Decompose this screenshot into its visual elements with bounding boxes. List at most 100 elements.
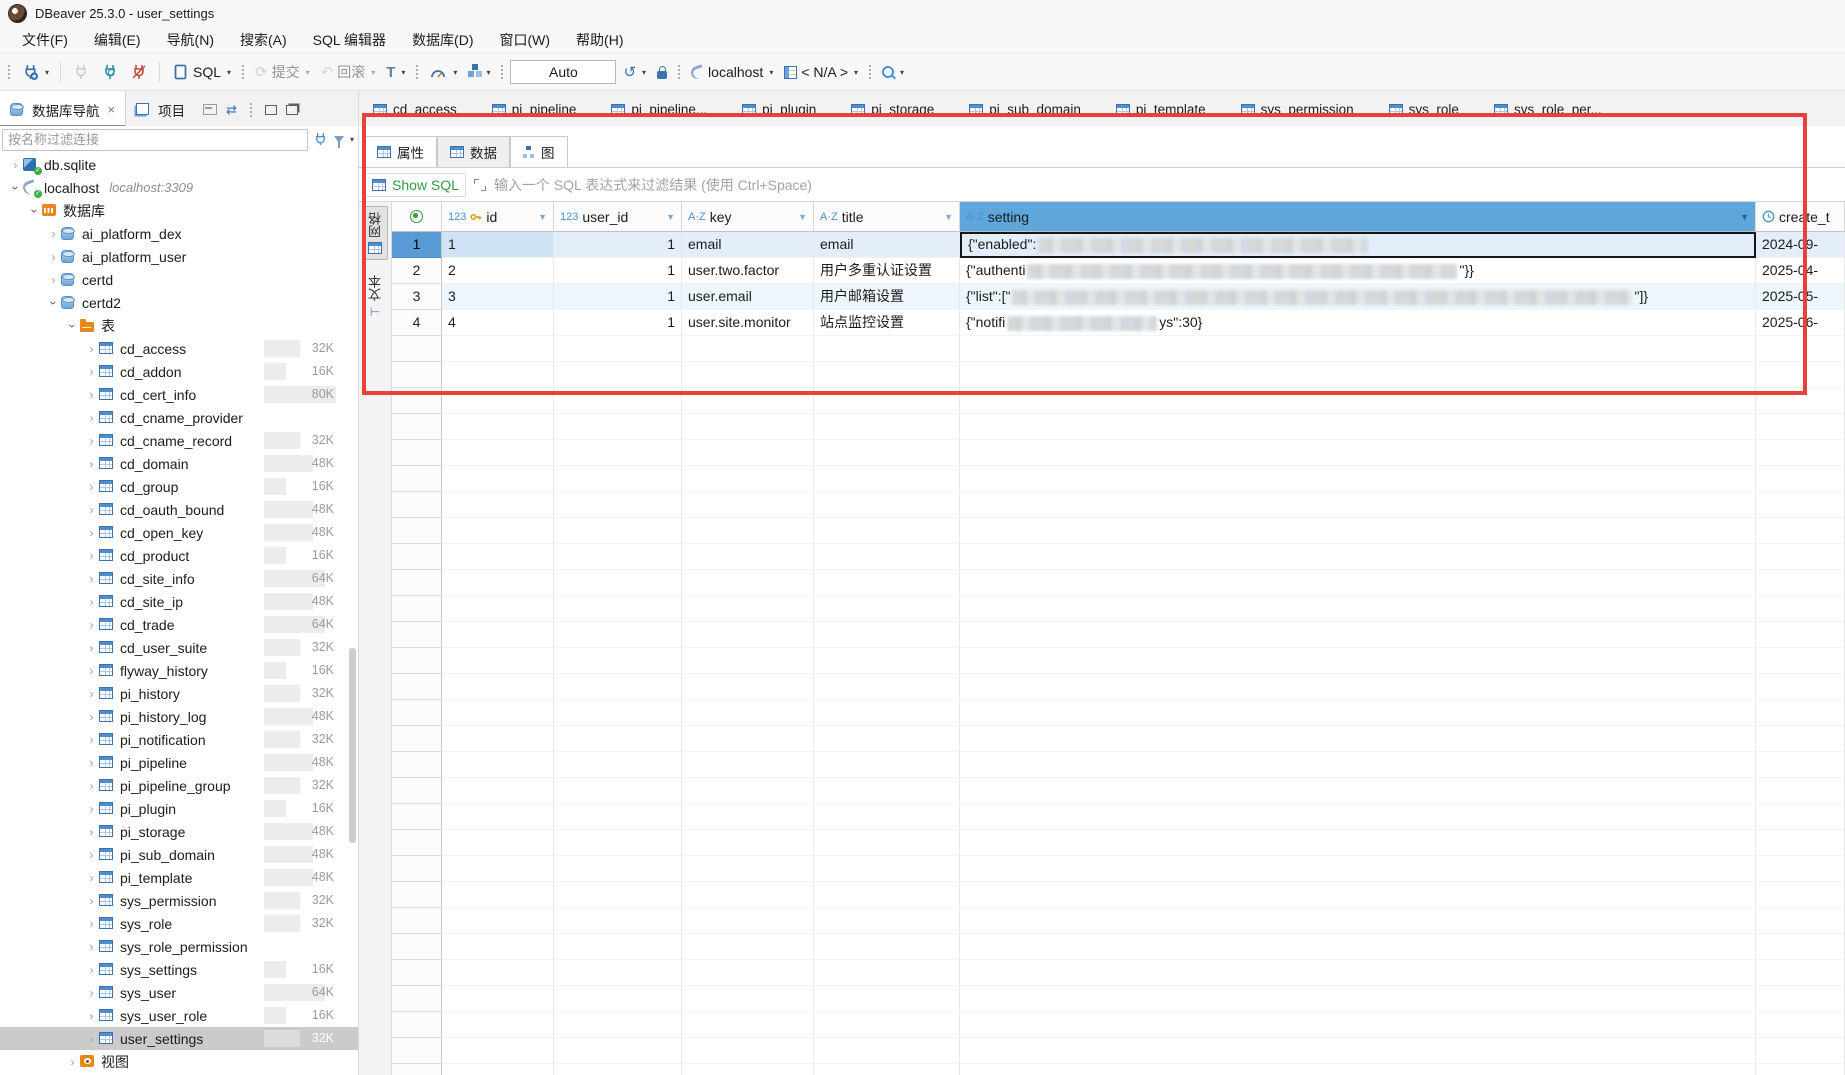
row-number-cell[interactable]	[392, 674, 442, 700]
row-number-cell[interactable]	[392, 908, 442, 934]
cell-create-time[interactable]: 2025-06-	[1756, 310, 1845, 336]
column-header-create_t[interactable]: create_t	[1756, 202, 1845, 232]
empty-cell-id[interactable]	[442, 388, 554, 414]
empty-cell-id[interactable]	[442, 570, 554, 596]
empty-cell-user-id[interactable]	[554, 388, 682, 414]
row-number-cell[interactable]: 1	[392, 232, 442, 258]
menu-item[interactable]: SQL 编辑器	[301, 27, 398, 53]
row-number-cell[interactable]	[392, 440, 442, 466]
empty-cell-setting[interactable]	[960, 934, 1756, 960]
empty-cell-create-time[interactable]	[1756, 908, 1845, 934]
tree-item[interactable]: › cd_group 16K	[0, 475, 358, 498]
empty-cell-title[interactable]	[814, 752, 960, 778]
empty-cell-title[interactable]	[814, 336, 960, 362]
empty-cell-title[interactable]	[814, 700, 960, 726]
empty-cell-create-time[interactable]	[1756, 492, 1845, 518]
empty-cell-user-id[interactable]	[554, 1012, 682, 1038]
tree-item[interactable]: › cd_open_key 48K	[0, 521, 358, 544]
empty-cell-title[interactable]	[814, 362, 960, 388]
column-header-key[interactable]: A·Zkey▼	[682, 202, 814, 232]
cell-user-id[interactable]: 1	[554, 258, 682, 284]
empty-cell-id[interactable]	[442, 934, 554, 960]
column-header-title[interactable]: A·Ztitle▼	[814, 202, 960, 232]
lock-button[interactable]	[653, 62, 671, 82]
empty-cell-id[interactable]	[442, 986, 554, 1012]
toolbar-grip[interactable]	[415, 64, 419, 80]
empty-cell-id[interactable]	[442, 466, 554, 492]
expand-arrow-icon[interactable]: ›	[84, 411, 99, 425]
cell-key[interactable]: user.email	[682, 284, 814, 310]
tree-item[interactable]: › cd_cname_provider	[0, 406, 358, 429]
empty-cell-title[interactable]	[814, 674, 960, 700]
tree-item[interactable]: › pi_pipeline_group 32K	[0, 774, 358, 797]
empty-cell-user-id[interactable]	[554, 960, 682, 986]
empty-cell-id[interactable]	[442, 882, 554, 908]
column-filter-icon[interactable]: ▼	[944, 212, 953, 222]
cell-user-id[interactable]: 1	[554, 232, 682, 258]
maximize-icon[interactable]	[286, 105, 298, 115]
cell-setting[interactable]: {"enabled":	[960, 232, 1756, 258]
row-number-cell[interactable]: 4	[392, 310, 442, 336]
row-number-cell[interactable]	[392, 986, 442, 1012]
empty-cell-setting[interactable]	[960, 648, 1756, 674]
editor-tab[interactable]: pi_sub_domain	[955, 91, 1102, 128]
tree-item[interactable]: › flyway_history 16K	[0, 659, 358, 682]
tree-item[interactable]: › ai_platform_dex	[0, 222, 358, 245]
empty-cell-id[interactable]	[442, 1012, 554, 1038]
empty-cell-id[interactable]	[442, 674, 554, 700]
empty-cell-create-time[interactable]	[1756, 1038, 1845, 1064]
empty-cell-key[interactable]	[682, 622, 814, 648]
empty-cell-key[interactable]	[682, 804, 814, 830]
empty-cell-id[interactable]	[442, 804, 554, 830]
tab-data[interactable]: 数据	[437, 136, 510, 167]
tree-item[interactable]: › pi_history 32K	[0, 682, 358, 705]
database-selector[interactable]: < N/A > ▾	[780, 61, 862, 83]
empty-cell-id[interactable]	[442, 414, 554, 440]
expand-arrow-icon[interactable]: ›	[46, 250, 61, 264]
empty-cell-title[interactable]	[814, 1038, 960, 1064]
empty-cell-setting[interactable]	[960, 544, 1756, 570]
empty-cell-key[interactable]	[682, 466, 814, 492]
rollback-button[interactable]: ↶ 回滚 ▾	[317, 59, 380, 85]
expand-arrow-icon[interactable]: ›	[84, 641, 99, 655]
empty-cell-title[interactable]	[814, 1064, 960, 1075]
cell-create-time[interactable]: 2024-09-	[1756, 232, 1845, 258]
row-number-cell[interactable]	[392, 518, 442, 544]
empty-cell-create-time[interactable]	[1756, 570, 1845, 596]
empty-cell-create-time[interactable]	[1756, 856, 1845, 882]
empty-cell-user-id[interactable]	[554, 856, 682, 882]
empty-cell-title[interactable]	[814, 908, 960, 934]
row-number-cell[interactable]	[392, 752, 442, 778]
empty-cell-user-id[interactable]	[554, 778, 682, 804]
expand-arrow-icon[interactable]: ›	[84, 1032, 99, 1046]
cell-title[interactable]: 站点监控设置	[814, 310, 960, 336]
empty-cell-create-time[interactable]	[1756, 544, 1845, 570]
tree-item[interactable]: › pi_history_log 48K	[0, 705, 358, 728]
empty-cell-id[interactable]	[442, 596, 554, 622]
column-filter-icon[interactable]: ▼	[666, 212, 675, 222]
empty-cell-id[interactable]	[442, 1064, 554, 1075]
empty-cell-create-time[interactable]	[1756, 622, 1845, 648]
tree-item[interactable]: › sys_settings 16K	[0, 958, 358, 981]
empty-cell-setting[interactable]	[960, 1012, 1756, 1038]
expand-arrow-icon[interactable]: ›	[47, 295, 61, 310]
expand-arrow-icon[interactable]: ›	[84, 434, 99, 448]
empty-cell-setting[interactable]	[960, 414, 1756, 440]
empty-cell-setting[interactable]	[960, 1064, 1756, 1075]
expand-arrow-icon[interactable]: ›	[84, 503, 99, 517]
expand-arrow-icon[interactable]: ›	[84, 733, 99, 747]
empty-cell-user-id[interactable]	[554, 362, 682, 388]
connect-button[interactable]	[68, 60, 94, 84]
empty-cell-key[interactable]	[682, 440, 814, 466]
empty-cell-user-id[interactable]	[554, 986, 682, 1012]
row-number-cell[interactable]	[392, 544, 442, 570]
cell-setting[interactable]: {"authenti"}}	[960, 258, 1756, 284]
editor-tab[interactable]: pi_pipeline...	[597, 91, 728, 128]
cell-setting[interactable]: {"notifiys":30}	[960, 310, 1756, 336]
expand-arrow-icon[interactable]: ›	[84, 871, 99, 885]
row-number-cell[interactable]	[392, 778, 442, 804]
expand-arrow-icon[interactable]: ›	[84, 526, 99, 540]
transaction-log-button[interactable]: ↺ ▾	[619, 62, 650, 83]
empty-cell-key[interactable]	[682, 856, 814, 882]
empty-cell-setting[interactable]	[960, 726, 1756, 752]
